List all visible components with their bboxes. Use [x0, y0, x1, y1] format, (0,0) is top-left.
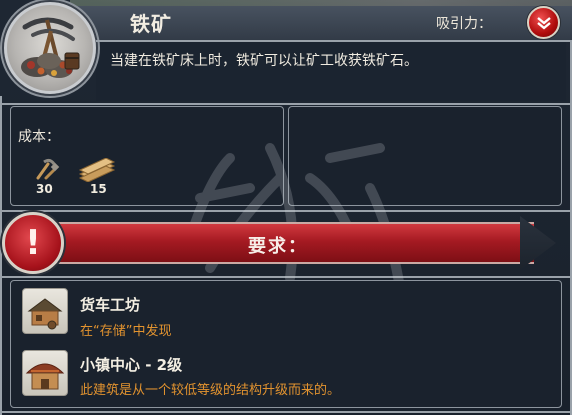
- resource-amount: 30: [36, 182, 53, 196]
- appeal-label: 吸引力：: [436, 16, 492, 32]
- building-title: 铁矿: [130, 12, 172, 36]
- warning-icon: !: [2, 212, 64, 274]
- requirement-name: 货车工坊: [80, 296, 141, 314]
- town-center-icon: [22, 350, 68, 396]
- building-description: 当建在铁矿床上时，铁矿可以让矿工收获铁矿石。: [110, 53, 418, 69]
- appeal-expand-button[interactable]: [527, 6, 560, 39]
- chevron-down-icon: [537, 17, 551, 30]
- requirement-name: 小镇中心 - 2级: [80, 356, 183, 374]
- frame-divider: [0, 210, 572, 212]
- cost-section-empty: [288, 106, 562, 206]
- pickaxe-ore-icon: [21, 17, 80, 78]
- cost-label: 成本：: [18, 129, 60, 145]
- requirements-title: 要求：: [248, 236, 308, 257]
- resource-amount: 15: [90, 182, 107, 196]
- frame-divider: [0, 411, 572, 413]
- frame-divider: [0, 103, 572, 105]
- requirement-detail: 此建筑是从一个较低等级的结构升级而来的。: [80, 383, 341, 398]
- banner-end-cap: [520, 216, 556, 270]
- frame-divider: [96, 40, 572, 42]
- building-tooltip-panel: 铁矿 吸引力： 当建在铁矿床上时，铁矿可以让矿工收获铁矿石。 成本： 30 15…: [0, 0, 572, 415]
- requirement-detail: 在“存储”中发现: [80, 324, 172, 339]
- frame-border-left: [0, 96, 2, 415]
- iron-mine-portrait: [4, 2, 96, 94]
- cart-workshop-icon: [22, 288, 68, 334]
- frame-divider: [0, 276, 572, 278]
